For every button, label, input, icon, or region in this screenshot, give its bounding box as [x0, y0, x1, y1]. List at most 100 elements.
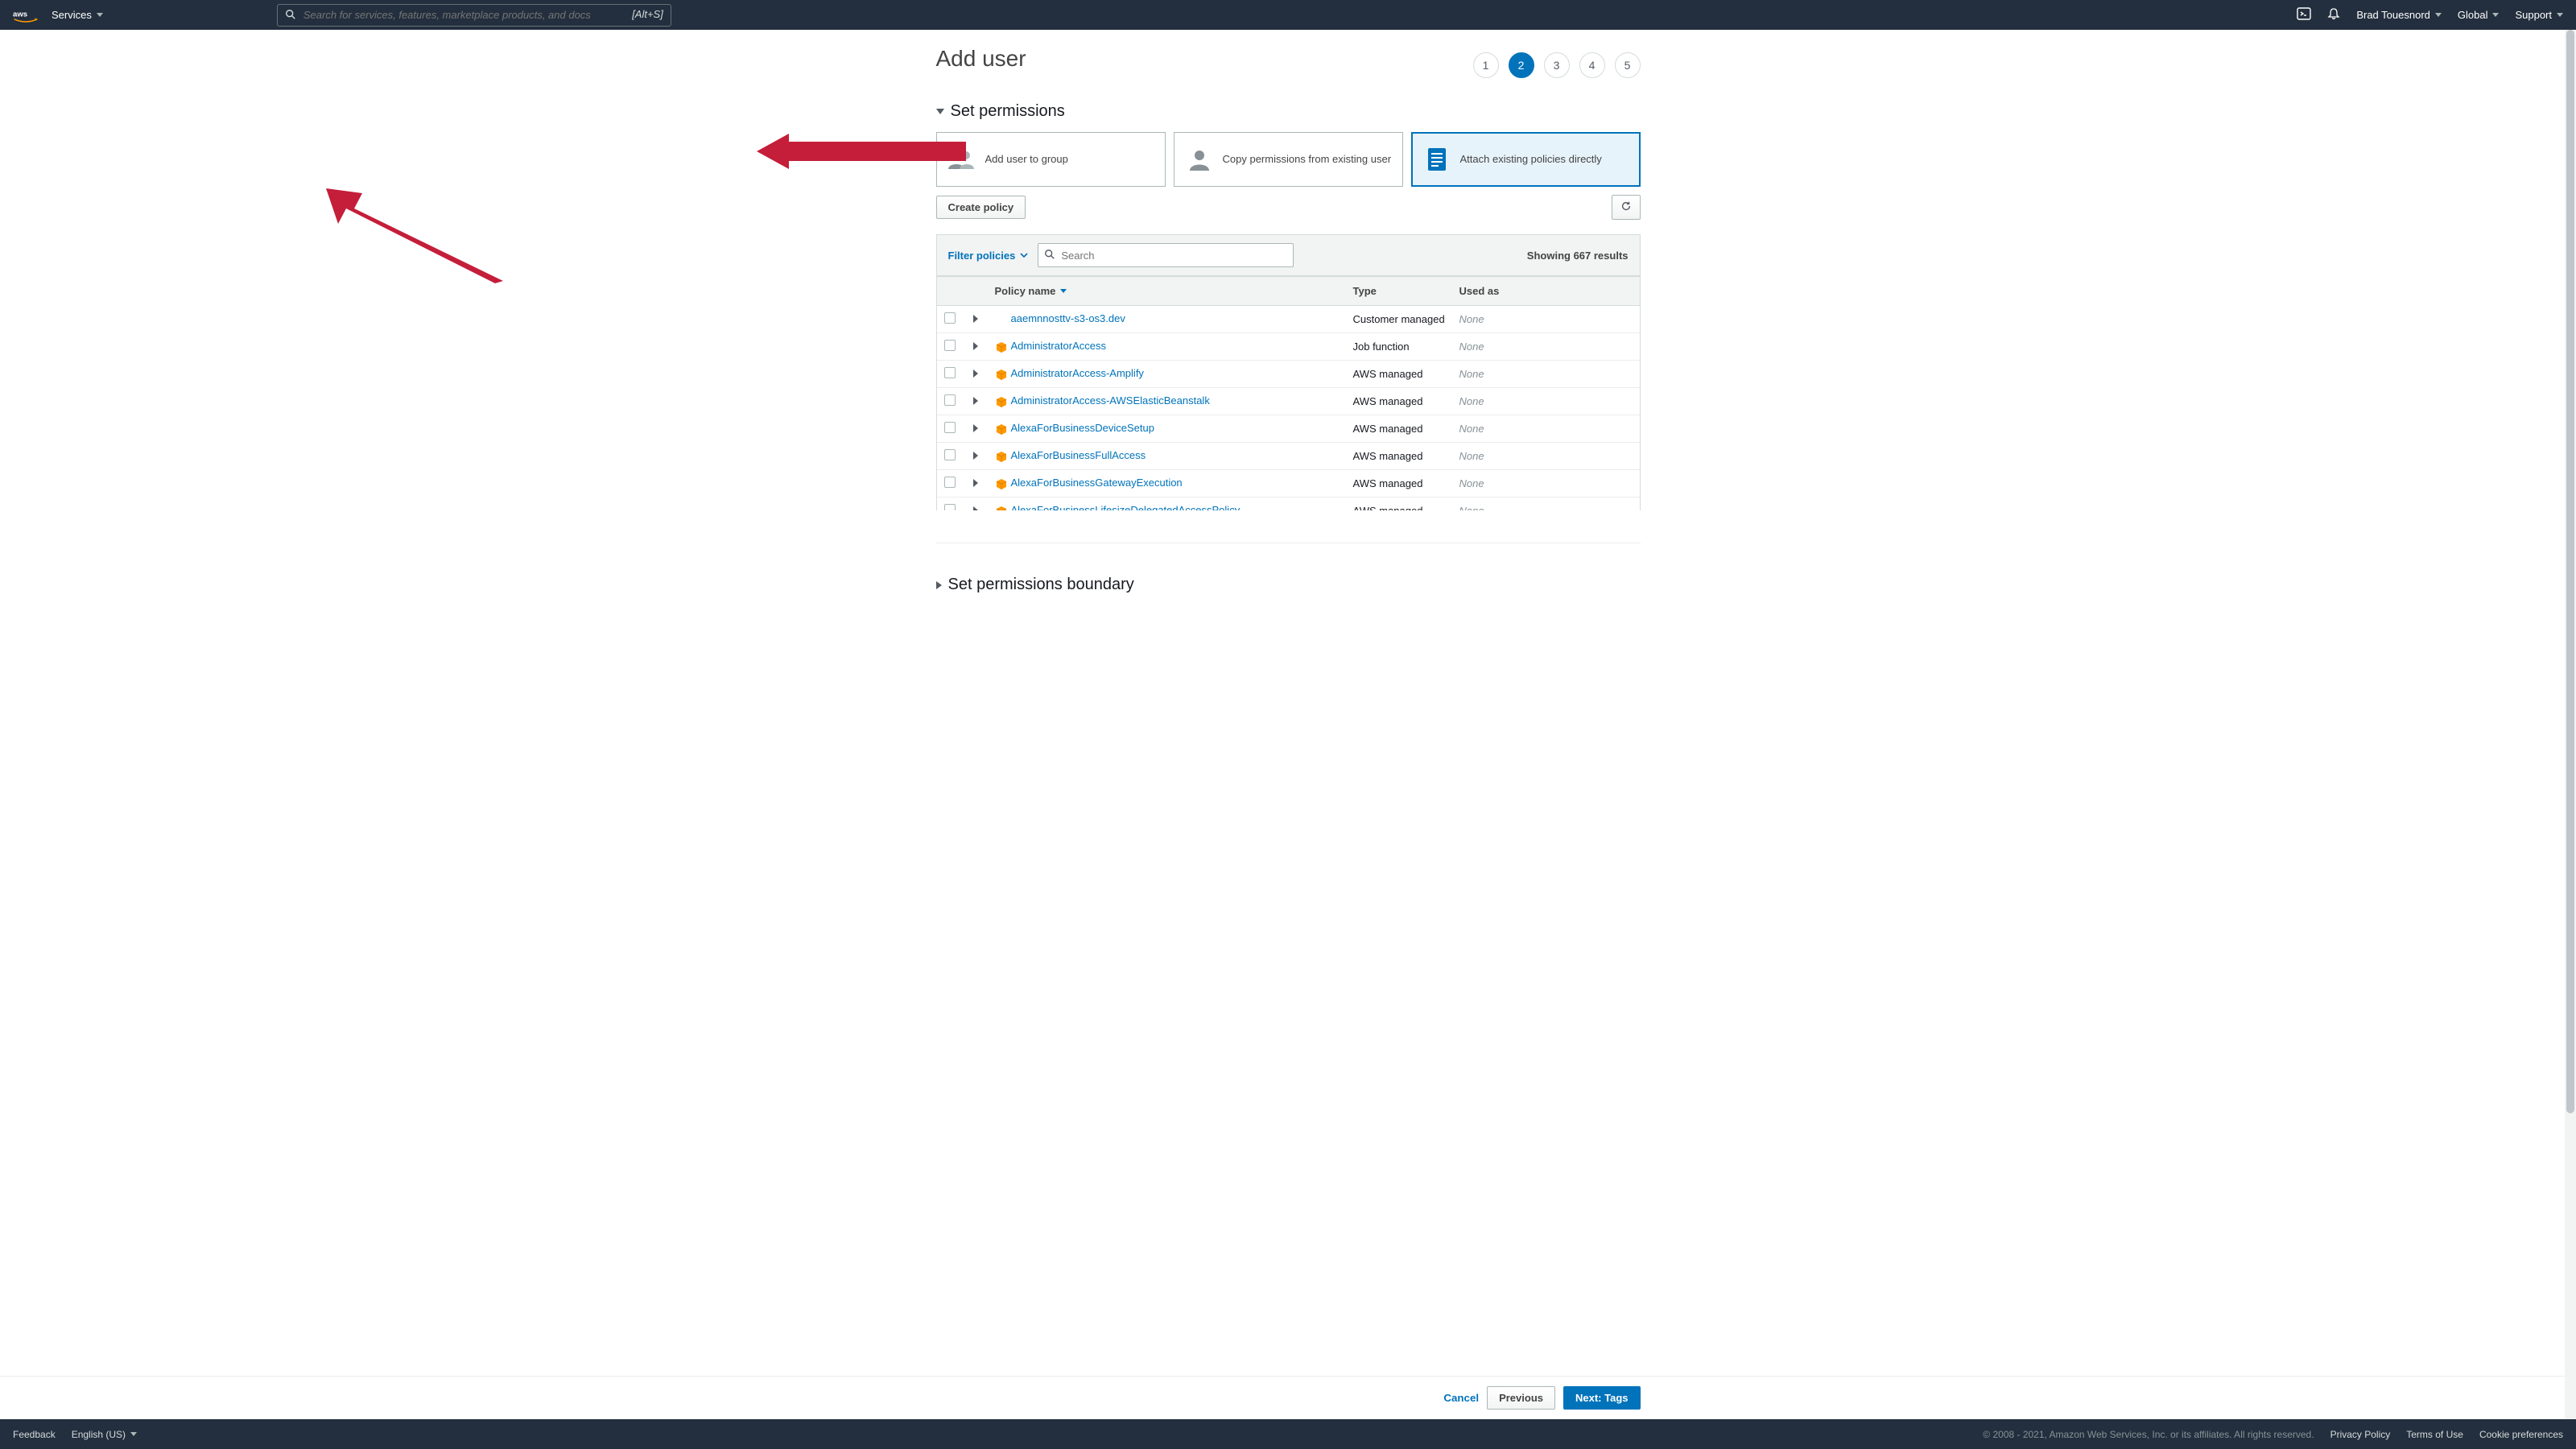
set-boundary-header[interactable]: Set permissions boundary: [936, 576, 1641, 594]
previous-button[interactable]: Previous: [1487, 1386, 1555, 1410]
col-used[interactable]: Used as: [1453, 277, 1640, 306]
policy-name-link[interactable]: aaemnnosttv-s3-os3.dev: [1011, 312, 1125, 324]
row-checkbox[interactable]: [944, 477, 956, 488]
policy-toolbar: Create policy: [936, 195, 1641, 220]
nav-right: Brad Touesnord Global Support: [2297, 6, 2563, 23]
region-menu[interactable]: Global: [2458, 9, 2500, 21]
policy-name-link[interactable]: AlexaForBusinessFullAccess: [1011, 449, 1146, 461]
policy-type: Job function: [1347, 333, 1453, 361]
expand-row-icon[interactable]: [973, 424, 978, 432]
filter-bar: Filter policies Showing 667 results: [936, 234, 1641, 276]
user-icon: [1184, 144, 1215, 175]
row-checkbox[interactable]: [944, 449, 956, 460]
main-content: Add user 1 2 3 4 5 Set permissions Add u…: [936, 30, 1641, 670]
step-2[interactable]: 2: [1509, 52, 1534, 78]
feedback-link[interactable]: Feedback: [13, 1429, 56, 1440]
table-row: AdministratorAccess-AmplifyAWS managedNo…: [937, 361, 1640, 388]
services-menu[interactable]: Services: [52, 9, 103, 21]
policy-used-as: None: [1459, 505, 1484, 510]
policy-name-link[interactable]: AdministratorAccess-Amplify: [1011, 367, 1144, 379]
policy-type: AWS managed: [1347, 470, 1453, 497]
policy-name-link[interactable]: AlexaForBusinessDeviceSetup: [1011, 422, 1154, 434]
row-checkbox[interactable]: [944, 340, 956, 351]
results-count: Showing 667 results: [1527, 250, 1629, 262]
notifications-icon[interactable]: [2327, 7, 2340, 23]
cloudshell-icon[interactable]: [2297, 6, 2311, 23]
policy-box-icon: [995, 423, 1008, 436]
col-name[interactable]: Policy name: [989, 277, 1347, 306]
step-1[interactable]: 1: [1473, 52, 1499, 78]
option-add-to-group[interactable]: Add user to group: [936, 132, 1166, 187]
page-title: Add user: [936, 46, 1026, 72]
policy-table-head: Policy name Type Used as: [937, 276, 1640, 306]
expand-row-icon[interactable]: [973, 479, 978, 487]
support-label: Support: [2515, 9, 2552, 21]
terms-link[interactable]: Terms of Use: [2406, 1429, 2463, 1440]
expand-row-icon[interactable]: [973, 369, 978, 378]
policy-type: AWS managed: [1347, 388, 1453, 415]
services-label: Services: [52, 9, 92, 21]
policy-search-input[interactable]: [1038, 243, 1294, 267]
create-policy-button[interactable]: Create policy: [936, 196, 1026, 219]
support-menu[interactable]: Support: [2515, 9, 2563, 21]
section-title: Set permissions: [951, 102, 1065, 121]
aws-logo[interactable]: aws: [13, 7, 39, 23]
row-checkbox[interactable]: [944, 504, 956, 510]
bottom-bar: Feedback English (US) © 2008 - 2021, Ama…: [0, 1419, 2576, 1449]
caret-down-icon: [936, 109, 944, 114]
policy-box-icon: [995, 313, 1008, 326]
annotation-arrow: [757, 134, 966, 169]
policy-name-link[interactable]: AdministratorAccess-AWSElasticBeanstalk: [1011, 394, 1210, 407]
step-5[interactable]: 5: [1615, 52, 1641, 78]
col-type[interactable]: Type: [1347, 277, 1453, 306]
policy-used-as: None: [1459, 395, 1484, 407]
refresh-icon: [1620, 200, 1632, 212]
policy-box-icon: [995, 341, 1008, 353]
expand-row-icon[interactable]: [973, 506, 978, 510]
refresh-button[interactable]: [1612, 195, 1641, 220]
row-checkbox[interactable]: [944, 367, 956, 378]
row-checkbox[interactable]: [944, 422, 956, 433]
policy-box-icon: [995, 477, 1008, 490]
region-label: Global: [2458, 9, 2488, 21]
option-copy-permissions[interactable]: Copy permissions from existing user: [1174, 132, 1403, 187]
table-row: AlexaForBusinessLifesizeDelegatedAccessP…: [937, 497, 1640, 511]
option-attach-policies[interactable]: Attach existing policies directly: [1411, 132, 1641, 187]
step-4[interactable]: 4: [1579, 52, 1605, 78]
search-icon: [1044, 249, 1055, 262]
sort-icon: [1060, 289, 1067, 293]
step-3[interactable]: 3: [1544, 52, 1570, 78]
language-label: English (US): [72, 1429, 126, 1440]
policy-type: Customer managed: [1347, 306, 1453, 333]
user-name: Brad Touesnord: [2356, 9, 2430, 21]
search-input[interactable]: [277, 4, 671, 27]
cookies-link[interactable]: Cookie preferences: [2479, 1429, 2563, 1440]
svg-text:aws: aws: [13, 10, 27, 19]
table-row: AdministratorAccessJob functionNone: [937, 333, 1640, 361]
section-title: Set permissions boundary: [948, 576, 1134, 594]
policy-name-link[interactable]: AdministratorAccess: [1011, 340, 1106, 352]
account-menu[interactable]: Brad Touesnord: [2356, 9, 2442, 21]
language-selector[interactable]: English (US): [72, 1429, 137, 1440]
next-button[interactable]: Next: Tags: [1563, 1386, 1641, 1410]
policy-type: AWS managed: [1347, 415, 1453, 443]
expand-row-icon[interactable]: [973, 342, 978, 350]
wizard-footer: Cancel Previous Next: Tags: [0, 1376, 2576, 1419]
cancel-button[interactable]: Cancel: [1443, 1392, 1479, 1404]
policy-name-link[interactable]: AlexaForBusinessGatewayExecution: [1011, 477, 1183, 489]
global-search: [Alt+S]: [277, 4, 671, 27]
expand-row-icon[interactable]: [973, 452, 978, 460]
expand-row-icon[interactable]: [973, 315, 978, 323]
col-expand: [963, 277, 989, 306]
policy-used-as: None: [1459, 368, 1484, 380]
set-permissions-header[interactable]: Set permissions: [936, 102, 1641, 121]
policy-type: AWS managed: [1347, 497, 1453, 511]
filter-policies-dropdown[interactable]: Filter policies: [948, 250, 1029, 262]
privacy-link[interactable]: Privacy Policy: [2330, 1429, 2391, 1440]
policy-name-link[interactable]: AlexaForBusinessLifesizeDelegatedAccessP…: [1011, 504, 1241, 510]
policy-table: aaemnnosttv-s3-os3.dev Customer managed No…: [937, 306, 1640, 510]
scrollbar[interactable]: [2565, 30, 2576, 1419]
row-checkbox[interactable]: [944, 394, 956, 406]
row-checkbox[interactable]: [944, 312, 956, 324]
expand-row-icon[interactable]: [973, 397, 978, 405]
